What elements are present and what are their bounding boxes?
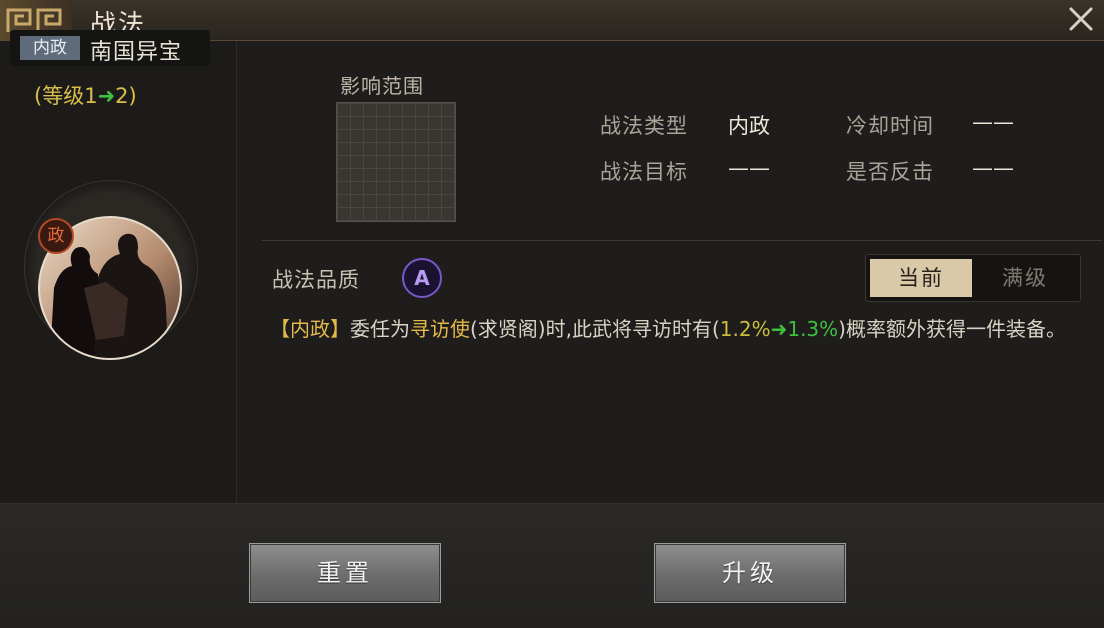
value-from: 1.2% xyxy=(719,317,771,341)
range-grid xyxy=(336,102,456,222)
type-value: 内政 xyxy=(728,114,770,138)
reset-button[interactable]: 重置 xyxy=(249,543,441,603)
counter-value: —— xyxy=(972,156,1014,180)
cooldown-label: 冷却时间 xyxy=(846,114,934,138)
tab-max-level[interactable]: 满级 xyxy=(974,259,1076,297)
description-tag: 【内政】 xyxy=(270,317,350,341)
skill-description: 【内政】委任为寻访使(求贤阁)时,此武将寻访时有(1.2%➜1.3%)概率额外获… xyxy=(270,314,1090,344)
value-arrow-icon: ➜ xyxy=(770,317,788,341)
cooldown-value: —— xyxy=(972,110,1014,134)
type-label: 战法类型 xyxy=(600,114,688,138)
bottom-bar xyxy=(0,503,1104,628)
level-view-toggle: 当前 满级 xyxy=(865,254,1081,302)
skill-name: 南国异宝 xyxy=(90,40,183,65)
skill-type-tag: 内政 xyxy=(20,36,80,60)
quality-label: 战法品质 xyxy=(272,268,360,292)
level-from: (等级1 xyxy=(34,84,98,108)
description-part2: (求贤阁)时,此武将寻访时有( xyxy=(470,317,720,341)
level-to: 2) xyxy=(115,84,137,108)
divider xyxy=(262,240,1102,241)
target-value: —— xyxy=(728,156,770,180)
level-arrow-icon: ➜ xyxy=(97,84,116,108)
close-icon xyxy=(1069,7,1093,31)
tab-current[interactable]: 当前 xyxy=(870,259,972,297)
description-part3: )概率额外获得一件装备。 xyxy=(838,317,1066,341)
skill-level: (等级1➜2) xyxy=(34,80,137,110)
counter-label: 是否反击 xyxy=(846,160,934,184)
value-to: 1.3% xyxy=(787,317,839,341)
description-part1: 委任为 xyxy=(350,317,410,341)
quality-grade-icon: A xyxy=(402,258,442,298)
close-button[interactable] xyxy=(1066,4,1096,34)
range-label: 影响范围 xyxy=(340,74,424,98)
domestic-badge-icon: 政 xyxy=(38,218,74,254)
description-highlight: 寻访使 xyxy=(410,317,470,341)
target-label: 战法目标 xyxy=(600,160,688,184)
upgrade-button[interactable]: 升级 xyxy=(654,543,846,603)
